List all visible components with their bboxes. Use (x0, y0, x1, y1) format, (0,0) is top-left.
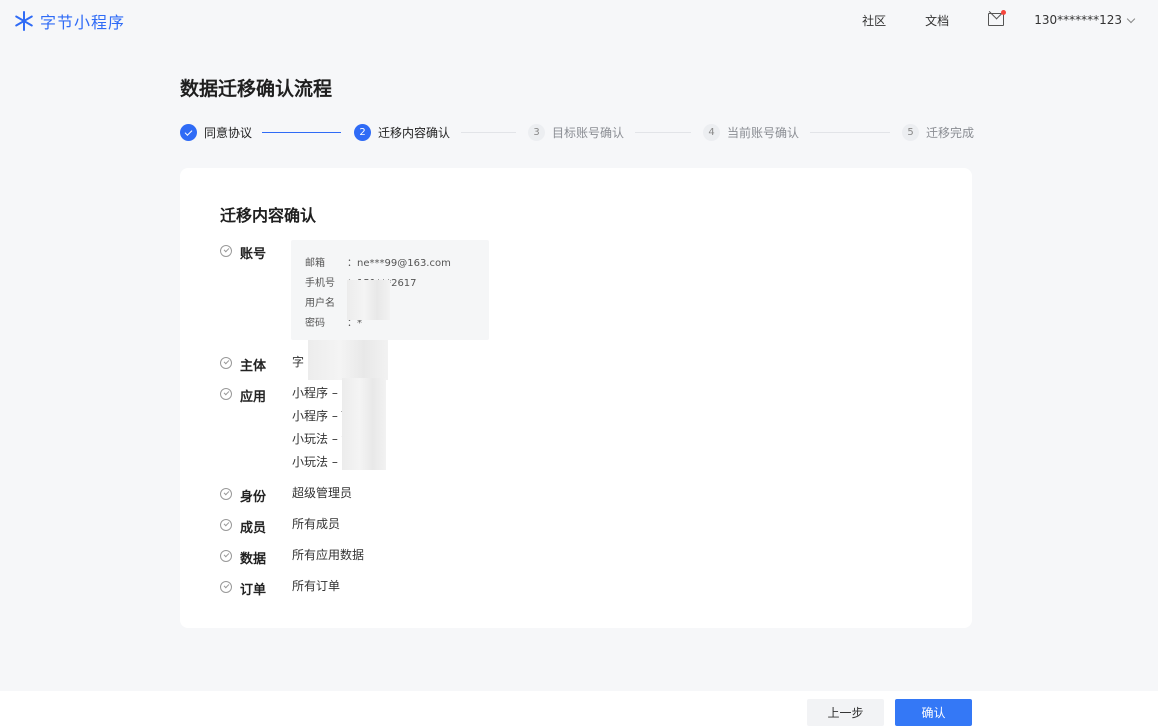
user-phone: 130*******123 (1034, 13, 1122, 27)
logo-icon (14, 11, 34, 31)
privacy-mask (347, 280, 390, 320)
step-4: 4 当前账号确认 (703, 124, 799, 141)
row-label: 主体 (240, 359, 267, 374)
account-info-box: 邮箱：ne***99@163.com 手机号：151***2617 用户名：n … (291, 240, 489, 340)
account-email: 邮箱 ：ne***99@163.com (305, 258, 451, 269)
chevron-down-icon (1126, 14, 1136, 23)
step-progress: 同意协议 2 迁移内容确认 3 目标账号确认 4 当前账号确认 5 迁移完成 (180, 124, 974, 142)
step-3: 3 目标账号确认 (528, 124, 624, 141)
top-nav: 社区 文档 130*******123 (862, 0, 1158, 40)
prev-step-button[interactable]: 上一步 (807, 699, 884, 726)
content-card: 迁移内容确认 账号 邮箱：ne***99@163.com 手机号：151***2… (180, 168, 972, 628)
check-circle-icon (220, 388, 232, 400)
row-value: 所有应用数据 (292, 548, 365, 562)
footer-bar: 上一步 确认 (0, 691, 1158, 728)
logo[interactable]: 字节小程序 (14, 9, 125, 33)
step-2: 2 迁移内容确认 (354, 124, 450, 141)
row-label: 订单 (240, 583, 267, 598)
step-label: 当前账号确认 (727, 126, 800, 140)
row-value: 所有订单 (292, 579, 341, 593)
row-orders: 订单 所有订单 (220, 579, 340, 598)
privacy-mask (342, 378, 386, 470)
check-circle-icon (220, 581, 232, 593)
row-value: 超级管理员 (292, 486, 353, 500)
check-circle-icon (220, 550, 232, 562)
check-circle-icon (220, 488, 232, 500)
step-connector (810, 132, 890, 133)
step-label: 同意协议 (204, 126, 253, 140)
row-label: 应用 (240, 390, 267, 405)
logo-text: 字节小程序 (40, 13, 126, 32)
row-data: 数据 所有应用数据 (220, 548, 364, 567)
step-label: 目标账号确认 (552, 126, 625, 140)
row-label: 身份 (240, 490, 267, 505)
step-connector (635, 132, 691, 133)
privacy-mask (308, 340, 388, 380)
row-account: 账号 (220, 243, 292, 262)
step-number: 2 (354, 124, 371, 141)
check-circle-icon (220, 519, 232, 531)
row-label: 成员 (240, 521, 267, 536)
top-header: 字节小程序 社区 文档 130*******123 (0, 0, 1158, 40)
row-value: 所有成员 (292, 517, 341, 531)
step-5: 5 迁移完成 (902, 124, 974, 141)
nav-community[interactable]: 社区 (862, 12, 886, 29)
step-number: 3 (528, 124, 545, 141)
step-label: 迁移内容确认 (378, 126, 451, 140)
row-members: 成员 所有成员 (220, 517, 340, 536)
user-menu[interactable]: 130*******123 (1034, 13, 1136, 27)
row-identity: 身份 超级管理员 (220, 486, 352, 505)
step-label: 迁移完成 (926, 126, 975, 140)
page-title: 数据迁移确认流程 (180, 78, 333, 100)
check-circle-icon (220, 357, 232, 369)
row-label: 数据 (240, 552, 267, 567)
nav-docs[interactable]: 文档 (925, 12, 949, 29)
step-1: 同意协议 (180, 124, 252, 141)
check-circle-icon (220, 245, 232, 257)
step-number: 5 (902, 124, 919, 141)
card-title: 迁移内容确认 (220, 206, 317, 225)
confirm-button[interactable]: 确认 (895, 699, 972, 726)
step-number: 4 (703, 124, 720, 141)
step-connector (461, 132, 516, 133)
mail-icon[interactable] (988, 9, 1007, 26)
step-connector (262, 132, 341, 133)
row-label: 账号 (240, 247, 267, 262)
step-check-icon (180, 124, 197, 141)
notification-dot (1001, 9, 1007, 15)
